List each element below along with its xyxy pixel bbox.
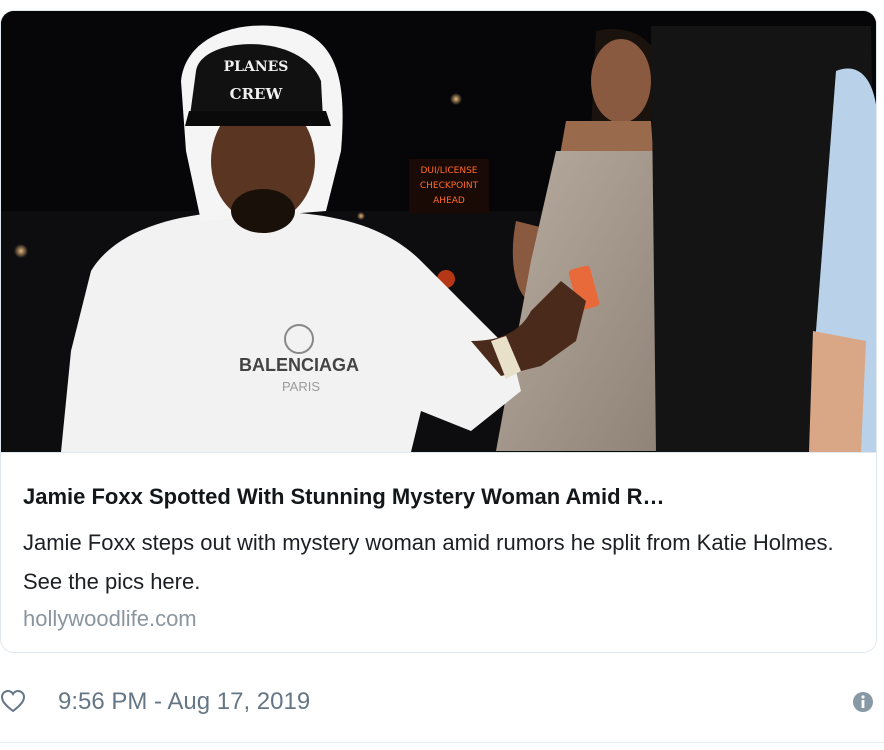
card-title[interactable]: Jamie Foxx Spotted With Stunning Mystery…	[23, 483, 843, 511]
svg-text:PARIS: PARIS	[282, 379, 320, 394]
info-icon[interactable]	[852, 691, 874, 713]
link-preview-card[interactable]: DUI/LICENSE CHECKPOINT AHEAD PLANES CREW…	[0, 10, 877, 653]
svg-text:AHEAD: AHEAD	[433, 196, 465, 206]
tweet-footer: 9:56 PM - Aug 17, 2019	[0, 683, 884, 723]
divider	[0, 742, 884, 743]
svg-text:CREW: CREW	[230, 85, 284, 103]
road-sign: DUI/LICENSE CHECKPOINT AHEAD	[409, 159, 489, 213]
card-image[interactable]: DUI/LICENSE CHECKPOINT AHEAD PLANES CREW…	[1, 11, 876, 452]
svg-text:BALENCIAGA: BALENCIAGA	[239, 355, 359, 375]
tweet-timestamp[interactable]: 9:56 PM - Aug 17, 2019	[58, 687, 310, 717]
heart-icon[interactable]	[0, 689, 26, 713]
card-description: Jamie Foxx steps out with mystery woman …	[23, 530, 834, 594]
svg-text:CHECKPOINT: CHECKPOINT	[420, 181, 479, 191]
svg-text:PLANES: PLANES	[224, 59, 289, 75]
card-domain[interactable]: hollywoodlife.com	[23, 601, 854, 637]
card-body[interactable]: Jamie Foxx Spotted With Stunning Mystery…	[1, 452, 876, 652]
svg-text:DUI/LICENSE: DUI/LICENSE	[421, 166, 478, 176]
